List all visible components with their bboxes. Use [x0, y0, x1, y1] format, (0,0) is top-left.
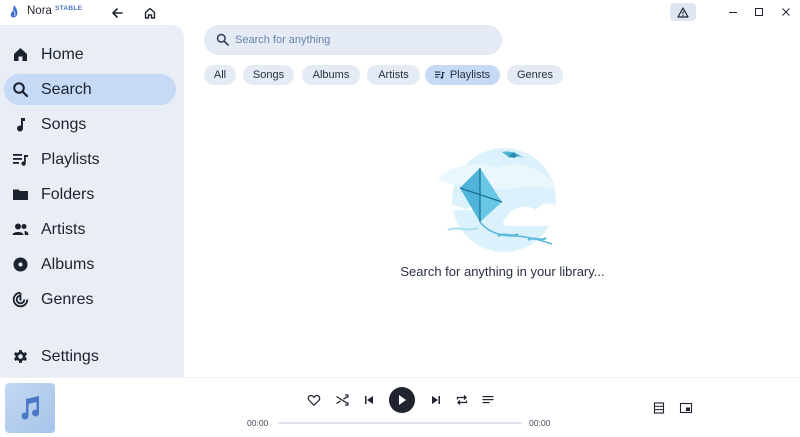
shuffle-button[interactable]	[333, 391, 351, 409]
chip-genres[interactable]: Genres	[507, 65, 563, 85]
chip-albums[interactable]: Albums	[302, 65, 360, 85]
minimize-icon	[729, 12, 737, 13]
album-icon	[12, 256, 29, 273]
sidebar-item-label: Artists	[41, 220, 86, 238]
chip-all[interactable]: All	[204, 65, 236, 85]
skip-previous-icon	[365, 396, 373, 404]
chip-label: Genres	[516, 69, 554, 81]
play-button[interactable]	[389, 387, 415, 413]
people-icon	[12, 221, 29, 238]
sidebar-item-genres[interactable]: Genres	[4, 284, 176, 315]
mini-player-icon	[679, 402, 693, 414]
app-name: Nora	[27, 5, 52, 17]
folder-icon	[12, 186, 29, 203]
chip-label: All	[213, 69, 227, 81]
sidebar-item-label: Home	[41, 45, 84, 63]
music-note-icon	[21, 396, 39, 420]
arrow-left-icon	[112, 8, 123, 18]
repeat-button[interactable]	[453, 391, 471, 409]
sidebar-item-search[interactable]: Search	[4, 74, 176, 105]
chip-artists[interactable]: Artists	[367, 65, 420, 85]
sidebar-item-label: Songs	[41, 115, 87, 133]
search-icon	[216, 33, 229, 46]
search-bar[interactable]	[204, 25, 502, 55]
repeat-icon	[456, 395, 468, 405]
sidebar-item-label: Folders	[41, 185, 95, 203]
empty-state-message: Search for anything in your library...	[400, 264, 605, 279]
home-outline-icon	[144, 7, 156, 19]
maximize-button[interactable]	[748, 3, 770, 21]
sidebar-item-playlists[interactable]: Playlists	[4, 144, 176, 175]
sidebar-item-label: Search	[41, 80, 92, 98]
current-queue-button[interactable]	[650, 399, 668, 417]
gear-icon	[12, 348, 29, 365]
skip-next-icon	[432, 396, 440, 404]
previous-button[interactable]	[360, 391, 378, 409]
shuffle-icon	[336, 394, 349, 406]
search-icon	[12, 81, 29, 98]
release-badge: STABLE	[55, 5, 83, 12]
sidebar-item-albums[interactable]: Albums	[4, 249, 176, 280]
back-button[interactable]	[107, 3, 127, 23]
next-button[interactable]	[427, 391, 445, 409]
home-icon	[12, 46, 29, 63]
queue-button[interactable]	[479, 391, 497, 409]
chip-label: Albums	[312, 69, 350, 81]
search-input[interactable]	[235, 31, 485, 49]
playlist-icon	[12, 151, 29, 168]
playlist-icon	[434, 71, 445, 79]
kite-illustration	[433, 148, 572, 252]
close-icon	[782, 8, 790, 16]
play-icon	[399, 395, 406, 405]
album-art	[5, 383, 55, 433]
music-note-icon	[12, 116, 29, 133]
sidebar-item-label: Genres	[41, 290, 94, 308]
chip-label: Artists	[378, 69, 409, 81]
app-logo-icon	[10, 5, 18, 18]
lyrics-icon	[482, 396, 494, 404]
minimize-button[interactable]	[722, 3, 744, 21]
sidebar-item-home[interactable]: Home	[4, 39, 176, 70]
sidebar-item-label: Settings	[41, 347, 99, 365]
current-time: 00:00	[247, 418, 269, 428]
chip-songs[interactable]: Songs	[243, 65, 294, 85]
seek-bar[interactable]	[278, 422, 522, 424]
title-bar: Nora STABLE	[0, 0, 800, 25]
maximize-icon	[755, 8, 763, 16]
chip-label: Playlists	[449, 69, 491, 81]
mini-player-button[interactable]	[677, 399, 695, 417]
sidebar-item-folders[interactable]: Folders	[4, 179, 176, 210]
genre-icon	[12, 291, 29, 308]
sidebar: Home Search Songs Playlists Folders Arti…	[0, 25, 184, 377]
heart-icon	[307, 394, 321, 406]
chip-label: Songs	[252, 69, 285, 81]
total-time: 00:00	[529, 418, 551, 428]
sidebar-item-label: Playlists	[41, 150, 100, 168]
sidebar-item-settings[interactable]: Settings	[4, 341, 176, 372]
sidebar-item-songs[interactable]: Songs	[4, 109, 176, 140]
queue-list-icon	[653, 402, 665, 414]
home-nav-button[interactable]	[140, 3, 160, 23]
warning-icon	[677, 6, 689, 18]
sidebar-item-artists[interactable]: Artists	[4, 214, 176, 245]
warning-button[interactable]	[670, 3, 696, 21]
close-button[interactable]	[775, 3, 797, 21]
player-bar: 00:00 00:00	[0, 377, 800, 437]
chip-playlists[interactable]: Playlists	[425, 65, 500, 85]
sidebar-item-label: Albums	[41, 255, 95, 273]
like-button[interactable]	[305, 391, 323, 409]
